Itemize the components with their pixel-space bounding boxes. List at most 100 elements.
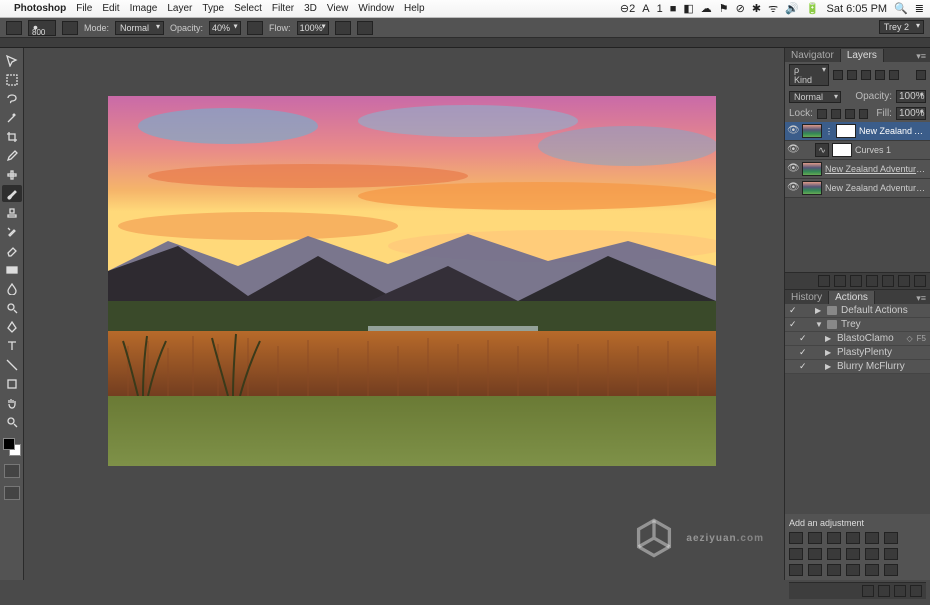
- adj-exposure-icon[interactable]: [846, 532, 860, 544]
- status-icon[interactable]: ᯤ: [768, 1, 778, 16]
- tab-history[interactable]: History: [785, 291, 829, 304]
- adj-gradient-map-icon[interactable]: [808, 564, 822, 576]
- lock-pos-icon[interactable]: [845, 109, 855, 119]
- adj-invert-icon[interactable]: [865, 548, 879, 560]
- layer-name[interactable]: Curves 1: [855, 145, 928, 155]
- menu-help[interactable]: Help: [404, 3, 425, 14]
- tool-blur[interactable]: [2, 280, 22, 297]
- status-icon[interactable]: A: [642, 3, 649, 15]
- adj-photo-filter-icon[interactable]: [808, 548, 822, 560]
- menu-edit[interactable]: Edit: [102, 3, 119, 14]
- status-icon[interactable]: 🔊: [785, 2, 799, 15]
- menu-image[interactable]: Image: [130, 3, 158, 14]
- status-icon[interactable]: ✱: [752, 2, 761, 15]
- visibility-icon[interactable]: 👁: [787, 144, 799, 156]
- quickmask-icon[interactable]: [4, 464, 20, 478]
- status-icon[interactable]: 🔋: [806, 2, 820, 15]
- tool-type[interactable]: [2, 337, 22, 354]
- menu-type[interactable]: Type: [202, 3, 224, 14]
- document-image[interactable]: [108, 96, 716, 466]
- adj-extra3-icon[interactable]: [884, 564, 898, 576]
- adjustment-thumb[interactable]: ∿: [815, 143, 829, 157]
- tool-preset-icon[interactable]: [6, 21, 22, 35]
- workspace-dropdown[interactable]: Trey 2: [879, 20, 924, 34]
- status-icon[interactable]: ■: [670, 3, 677, 15]
- canvas-area[interactable]: aeziyuan.com: [24, 48, 784, 580]
- adjustment-icon[interactable]: [866, 275, 878, 287]
- layer-thumb[interactable]: [802, 181, 822, 195]
- filter-smart-icon[interactable]: [889, 70, 899, 80]
- panel-menu-icon[interactable]: ▾≡: [912, 51, 930, 62]
- action-check-icon[interactable]: ✓: [789, 320, 798, 329]
- layer-blend-dropdown[interactable]: Normal: [789, 91, 841, 103]
- status-icon[interactable]: 1: [657, 3, 663, 15]
- mask-icon[interactable]: [850, 275, 862, 287]
- disclosure-icon[interactable]: ▶: [825, 348, 833, 357]
- tool-wand[interactable]: [2, 109, 22, 126]
- visibility-icon[interactable]: 👁: [787, 182, 799, 194]
- lock-trans-icon[interactable]: [817, 109, 827, 119]
- tool-move[interactable]: [2, 52, 22, 69]
- tool-dodge[interactable]: [2, 299, 22, 316]
- action-check-icon[interactable]: ✓: [799, 362, 808, 371]
- adj-bw-icon[interactable]: [789, 548, 803, 560]
- layer-filter-kind[interactable]: ρ Kind: [789, 64, 829, 86]
- panel-menu-icon[interactable]: ▾≡: [912, 293, 930, 304]
- disclosure-icon[interactable]: ▶: [825, 334, 833, 343]
- screenmode-icon[interactable]: [4, 486, 20, 500]
- menubar-clock[interactable]: Sat 6:05 PM: [827, 3, 888, 15]
- layer-thumb[interactable]: [802, 162, 822, 176]
- filter-shape-icon[interactable]: [875, 70, 885, 80]
- spotlight-icon[interactable]: 🔍: [894, 2, 908, 15]
- trash-icon[interactable]: [914, 275, 926, 287]
- action-set-row[interactable]: ✓ ▼ Trey: [785, 318, 930, 332]
- adj-footer-icon[interactable]: [862, 585, 874, 597]
- notification-icon[interactable]: ≣: [915, 2, 924, 15]
- adj-footer-icon[interactable]: [878, 585, 890, 597]
- adj-footer-icon[interactable]: [894, 585, 906, 597]
- menu-filter[interactable]: Filter: [272, 3, 294, 14]
- new-layer-icon[interactable]: [898, 275, 910, 287]
- brush-preset-picker[interactable]: 800: [28, 20, 56, 36]
- layer-name[interactable]: New Zealand Adve...: [859, 126, 928, 136]
- action-row[interactable]: ✓ ▶ BlastoClamo ◇ F5: [785, 332, 930, 346]
- tool-eyedropper[interactable]: [2, 147, 22, 164]
- app-name[interactable]: Photoshop: [14, 3, 66, 14]
- status-icon[interactable]: ⊖2: [620, 2, 635, 15]
- tool-heal[interactable]: [2, 166, 22, 183]
- adj-levels-icon[interactable]: [808, 532, 822, 544]
- document-tab-strip[interactable]: [0, 38, 930, 48]
- tool-stamp[interactable]: [2, 204, 22, 221]
- opacity-input[interactable]: 40%: [209, 21, 241, 35]
- adj-posterize-icon[interactable]: [884, 548, 898, 560]
- action-set-row[interactable]: ✓ ▶ Default Actions: [785, 304, 930, 318]
- layer-name[interactable]: New Zealand Adventure (616...: [825, 183, 928, 193]
- layer-row[interactable]: 👁 ⋮ New Zealand Adve...: [785, 122, 930, 141]
- disclosure-icon[interactable]: ▶: [815, 306, 823, 315]
- adj-trash-icon[interactable]: [910, 585, 922, 597]
- tool-eraser[interactable]: [2, 242, 22, 259]
- disclosure-icon[interactable]: ▼: [815, 320, 823, 329]
- visibility-icon[interactable]: 👁: [787, 125, 799, 137]
- airbrush-icon[interactable]: [335, 21, 351, 35]
- tool-zoom[interactable]: [2, 413, 22, 430]
- lock-pixels-icon[interactable]: [831, 109, 841, 119]
- tab-layers[interactable]: Layers: [841, 49, 884, 62]
- link-layers-icon[interactable]: [818, 275, 830, 287]
- adj-selective-icon[interactable]: [827, 564, 841, 576]
- filter-type-icon[interactable]: [861, 70, 871, 80]
- tool-pen[interactable]: [2, 318, 22, 335]
- layer-row[interactable]: 👁 ∿ Curves 1: [785, 141, 930, 160]
- menu-layer[interactable]: Layer: [167, 3, 192, 14]
- menu-window[interactable]: Window: [358, 3, 394, 14]
- menu-view[interactable]: View: [327, 3, 349, 14]
- filter-toggle-icon[interactable]: [916, 70, 926, 80]
- tool-path[interactable]: [2, 356, 22, 373]
- action-row[interactable]: ✓ ▶ Blurry McFlurry: [785, 360, 930, 374]
- tool-lasso[interactable]: [2, 90, 22, 107]
- layer-thumb[interactable]: [802, 124, 822, 138]
- menu-select[interactable]: Select: [234, 3, 262, 14]
- action-check-icon[interactable]: ✓: [799, 348, 808, 357]
- tool-shape[interactable]: [2, 375, 22, 392]
- pressure-opacity-icon[interactable]: [247, 21, 263, 35]
